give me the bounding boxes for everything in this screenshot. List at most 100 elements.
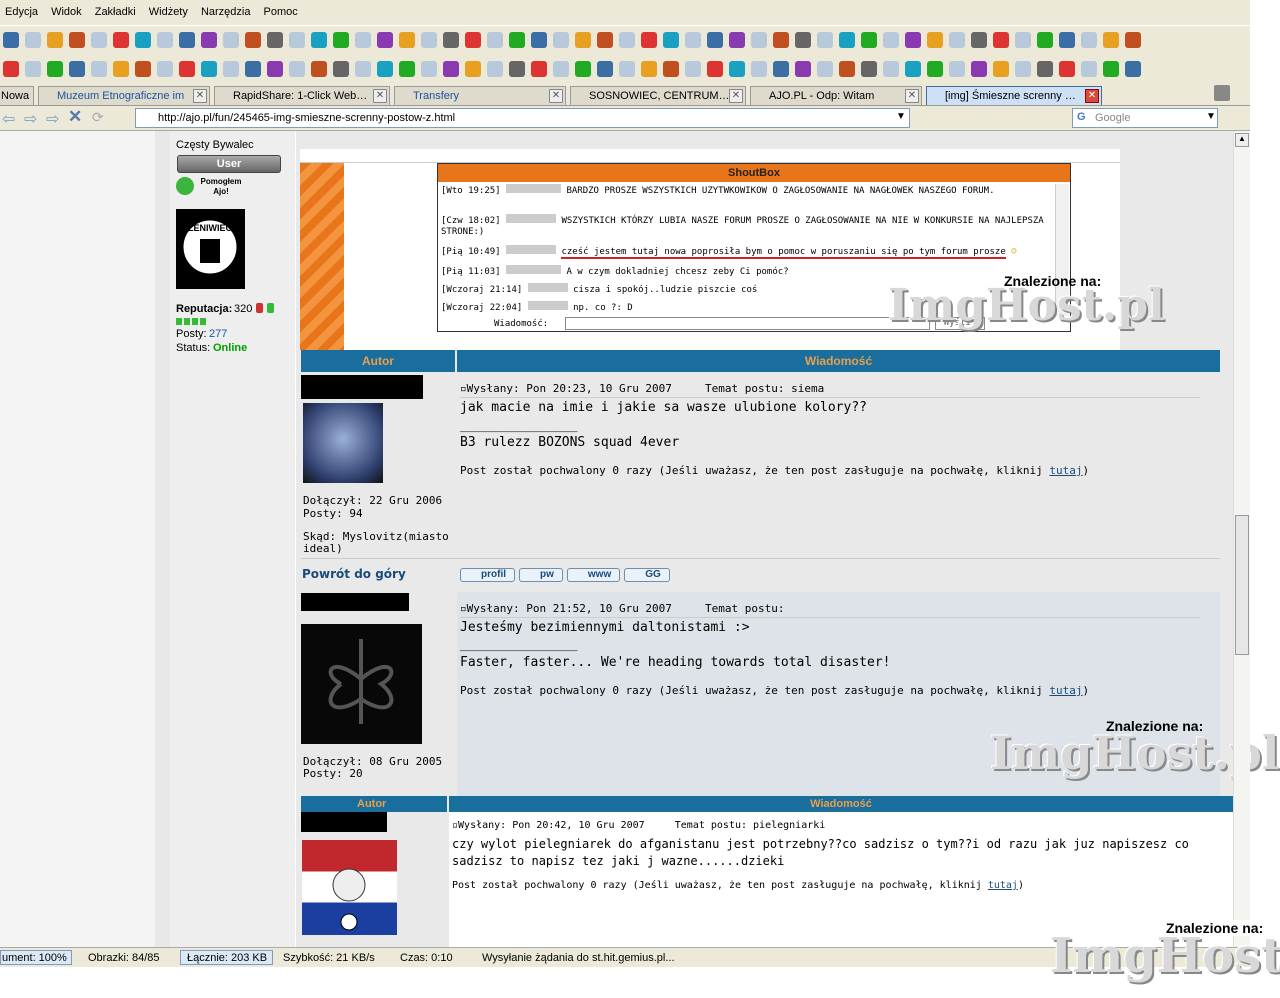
toolbar-bookmark-icon[interactable] xyxy=(1081,32,1097,48)
toolbar-bookmark-icon[interactable] xyxy=(421,61,437,77)
toolbar-bookmark-icon[interactable] xyxy=(971,61,987,77)
gg-button[interactable]: GG xyxy=(624,568,670,582)
toolbar-bookmark-icon[interactable] xyxy=(355,61,371,77)
menu-bookmarks[interactable]: Zakładki xyxy=(90,0,141,18)
menu-edit[interactable]: Edycja xyxy=(0,0,43,18)
stop-icon[interactable]: ✕ xyxy=(68,107,82,127)
toolbar-bookmark-icon[interactable] xyxy=(1037,61,1053,77)
toolbar-bookmark-icon[interactable] xyxy=(267,61,283,77)
toolbar-bookmark-icon[interactable] xyxy=(1103,32,1119,48)
toolbar-bookmark-icon[interactable] xyxy=(47,32,63,48)
toolbar-bookmark-icon[interactable] xyxy=(179,32,195,48)
toolbar-bookmark-icon[interactable] xyxy=(311,61,327,77)
toolbar-bookmark-icon[interactable] xyxy=(949,61,965,77)
fast-forward-icon[interactable]: ⇨ xyxy=(46,109,59,129)
toolbar-bookmark-icon[interactable] xyxy=(905,32,921,48)
toolbar-bookmark-icon[interactable] xyxy=(531,32,547,48)
close-icon[interactable]: ✕ xyxy=(1085,89,1099,103)
toolbar-bookmark-icon[interactable] xyxy=(641,61,657,77)
tab-museum[interactable]: Muzeum Etnograficzne im ✕ xyxy=(38,86,210,105)
menu-view[interactable]: Widok xyxy=(46,0,87,18)
toolbar-bookmark-icon[interactable] xyxy=(751,61,767,77)
tab-ajo[interactable]: AJO.PL - Odp: Witam ✕ xyxy=(750,86,922,105)
toolbar-bookmark-icon[interactable] xyxy=(69,61,85,77)
toolbar-bookmark-icon[interactable] xyxy=(795,32,811,48)
toolbar-bookmark-icon[interactable] xyxy=(597,61,613,77)
shout-input[interactable] xyxy=(565,317,930,330)
toolbar-bookmark-icon[interactable] xyxy=(575,32,591,48)
toolbar-bookmark-icon[interactable] xyxy=(399,61,415,77)
toolbar-bookmark-icon[interactable] xyxy=(619,32,635,48)
chevron-down-icon[interactable]: ▼ xyxy=(896,111,906,122)
toolbar-bookmark-icon[interactable] xyxy=(69,32,85,48)
toolbar-bookmark-icon[interactable] xyxy=(839,32,855,48)
close-icon[interactable]: ✕ xyxy=(193,89,207,103)
reload-icon[interactable]: ⟳ xyxy=(92,109,104,126)
toolbar-bookmark-icon[interactable] xyxy=(685,32,701,48)
toolbar-bookmark-icon[interactable] xyxy=(729,61,745,77)
menu-tools[interactable]: Narzędzia xyxy=(196,0,256,18)
toolbar-bookmark-icon[interactable] xyxy=(311,32,327,48)
menu-help[interactable]: Pomoc xyxy=(259,0,303,18)
back-icon[interactable]: ⇦ xyxy=(2,109,15,129)
toolbar-bookmark-icon[interactable] xyxy=(817,32,833,48)
toolbar-bookmark-icon[interactable] xyxy=(1125,61,1141,77)
tab-sosnowiec[interactable]: SOSNOWIEC, CENTRUM… ✕ xyxy=(570,86,746,105)
toolbar-bookmark-icon[interactable] xyxy=(663,32,679,48)
close-icon[interactable]: ✕ xyxy=(373,89,387,103)
toolbar-bookmark-icon[interactable] xyxy=(157,61,173,77)
toolbar-bookmark-icon[interactable] xyxy=(575,61,591,77)
toolbar-bookmark-icon[interactable] xyxy=(47,61,63,77)
toolbar-bookmark-icon[interactable] xyxy=(883,32,899,48)
toolbar-bookmark-icon[interactable] xyxy=(993,61,1009,77)
toolbar-bookmark-icon[interactable] xyxy=(465,61,481,77)
toolbar-bookmark-icon[interactable] xyxy=(91,61,107,77)
praise-link[interactable]: tutaj xyxy=(1049,684,1082,697)
www-button[interactable]: www xyxy=(566,568,621,582)
chevron-down-icon[interactable]: ▼ xyxy=(1206,111,1216,122)
praise-link[interactable]: tutaj xyxy=(1049,464,1082,477)
tab-rapidshare[interactable]: RapidShare: 1-Click Web… ✕ xyxy=(214,86,390,105)
toolbar-bookmark-icon[interactable] xyxy=(201,61,217,77)
profile-button[interactable]: profil xyxy=(460,568,515,582)
toolbar-bookmark-icon[interactable] xyxy=(817,61,833,77)
tab-active-screenshots[interactable]: [img] Śmieszne screnny … ✕ xyxy=(926,86,1102,105)
close-icon[interactable]: ✕ xyxy=(729,89,743,103)
toolbar-bookmark-icon[interactable] xyxy=(619,61,635,77)
toolbar-bookmark-icon[interactable] xyxy=(729,32,745,48)
toolbar-bookmark-icon[interactable] xyxy=(465,32,481,48)
toolbar-bookmark-icon[interactable] xyxy=(135,61,151,77)
toolbar-bookmark-icon[interactable] xyxy=(179,61,195,77)
toolbar-bookmark-icon[interactable] xyxy=(531,61,547,77)
toolbar-bookmark-icon[interactable] xyxy=(1125,32,1141,48)
toolbar-bookmark-icon[interactable] xyxy=(795,61,811,77)
toolbar-bookmark-icon[interactable] xyxy=(201,32,217,48)
toolbar-bookmark-icon[interactable] xyxy=(993,32,1009,48)
praise-link[interactable]: tutaj xyxy=(988,880,1018,891)
toolbar-bookmark-icon[interactable] xyxy=(1059,61,1075,77)
close-icon[interactable]: ✕ xyxy=(549,89,563,103)
toolbar-bookmark-icon[interactable] xyxy=(1059,32,1075,48)
back-to-top-link[interactable]: Powrót do góry xyxy=(302,567,406,581)
toolbar-bookmark-icon[interactable] xyxy=(1103,61,1119,77)
toolbar-bookmark-icon[interactable] xyxy=(355,32,371,48)
posts-count[interactable]: 277 xyxy=(209,328,227,340)
close-icon[interactable]: ✕ xyxy=(905,89,919,103)
pm-button[interactable]: pw xyxy=(519,568,563,582)
tab-new[interactable]: Nowa xyxy=(0,86,34,105)
toolbar-bookmark-icon[interactable] xyxy=(861,61,877,77)
toolbar-bookmark-icon[interactable] xyxy=(487,61,503,77)
toolbar-bookmark-icon[interactable] xyxy=(861,32,877,48)
rep-minus-icon[interactable] xyxy=(256,303,263,313)
toolbar-bookmark-icon[interactable] xyxy=(377,32,393,48)
tab-transfers[interactable]: Transfery ✕ xyxy=(394,86,566,105)
toolbar-bookmark-icon[interactable] xyxy=(553,32,569,48)
toolbar-bookmark-icon[interactable] xyxy=(223,61,239,77)
rep-plus-icon[interactable] xyxy=(267,303,274,313)
toolbar-bookmark-icon[interactable] xyxy=(25,32,41,48)
toolbar-bookmark-icon[interactable] xyxy=(839,61,855,77)
toolbar-bookmark-icon[interactable] xyxy=(685,61,701,77)
page-scrollbar[interactable]: ▲ xyxy=(1233,131,1250,947)
toolbar-bookmark-icon[interactable] xyxy=(1081,61,1097,77)
toolbar-bookmark-icon[interactable] xyxy=(289,32,305,48)
